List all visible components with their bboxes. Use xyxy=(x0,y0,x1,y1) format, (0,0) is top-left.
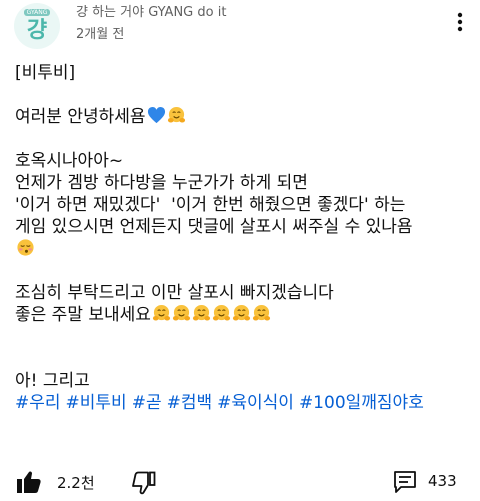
post-time: 2개월 전 xyxy=(76,27,125,42)
channel-name[interactable]: 걍 하는 거야 GYANG do it xyxy=(76,1,226,20)
post-line: 좋은 주말 보내세요 xyxy=(15,304,470,326)
kissing-closed-eyes-emoji-icon xyxy=(17,239,34,256)
comment-icon[interactable] xyxy=(392,469,418,495)
post-line: [비투비] xyxy=(15,63,76,83)
hugging-face-emoji-icon xyxy=(192,304,210,321)
hugging-face-emoji-icon xyxy=(167,106,185,123)
post-line: 아! 그리고 xyxy=(15,371,90,391)
hashtag-link[interactable]: #비투비 xyxy=(66,393,127,413)
thumbs-down-icon[interactable] xyxy=(131,471,157,495)
post-body: [비투비] 여러분 안녕하세욤 호옥시나아아~ 언제가 겜방 하다방을 누군가가… xyxy=(15,62,470,414)
avatar-small-text: GYANG xyxy=(23,9,51,16)
more-options-icon[interactable] xyxy=(452,10,468,34)
hugging-face-emoji-icon xyxy=(152,304,170,321)
action-bar: 2.2천 433 xyxy=(0,460,480,501)
avatar-big-text: 걍 xyxy=(26,18,48,43)
channel-avatar[interactable]: GYANG 걍 xyxy=(14,3,60,49)
post-line: '이거 하면 재밌겠다' '이거 한번 해줬으면 좋겠다' 하는 xyxy=(15,195,406,215)
post-line: 여러분 안녕하세욤 xyxy=(15,106,470,128)
hashtag-link[interactable]: #우리 xyxy=(15,393,61,413)
hashtag-link[interactable]: #육이식이 xyxy=(217,393,294,413)
hashtag-link[interactable]: #곧 xyxy=(132,393,162,413)
hugging-face-emoji-icon xyxy=(172,304,190,321)
blue-heart-emoji-icon xyxy=(147,106,165,124)
hugging-face-emoji-icon xyxy=(232,304,250,321)
post-line xyxy=(15,238,470,260)
hashtag-link[interactable]: #100일깨짐야호 xyxy=(299,393,424,413)
post-line: 언제가 겜방 하다방을 누군가가 하게 되면 xyxy=(15,173,308,193)
thumbs-up-icon[interactable] xyxy=(16,470,42,494)
hashtag-link[interactable]: #컴백 xyxy=(167,393,213,413)
comment-count: 433 xyxy=(428,472,457,490)
hugging-face-emoji-icon xyxy=(252,304,270,321)
hugging-face-emoji-icon xyxy=(212,304,230,321)
post-line: 호옥시나아아~ xyxy=(15,151,124,171)
hashtag-row: #우리 #비투비 #곧 #컴백 #육이식이 #100일깨짐야호 xyxy=(15,392,470,414)
post-line: 조심히 부탁드리고 이만 살포시 빠지겠습니다 xyxy=(15,283,334,303)
post-header: GYANG 걍 걍 하는 거야 GYANG do it 2개월 전 xyxy=(0,0,480,56)
post-line: 게임 있으시면 언제든지 댓글에 살포시 써주실 수 있나욤 xyxy=(15,217,413,237)
like-count: 2.2천 xyxy=(57,474,95,492)
